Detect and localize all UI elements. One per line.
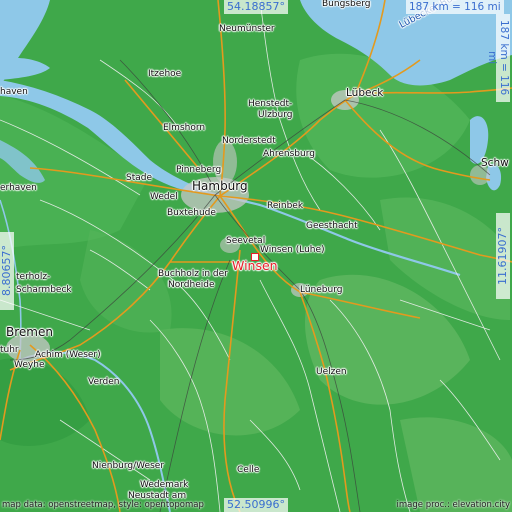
city-label-schwerin: Schw <box>481 157 509 169</box>
city-label-achim: Achim (Weser) <box>35 350 101 360</box>
city-label-luneburg: Lüneburg <box>300 285 343 295</box>
city-label-stade: Stade <box>126 173 153 183</box>
city-label-buchholz: Buchholz in der <box>158 269 228 279</box>
city-label-nienburg: Nienburg/Weser <box>92 461 165 471</box>
city-label-elmshorn: Elmshorn <box>163 123 206 133</box>
city-label-bungsberg: Bungsberg <box>322 0 371 9</box>
city-label-ulzburg: Ulzburg <box>258 110 293 120</box>
target-city-label[interactable]: Winsen <box>232 258 278 273</box>
city-label-verden: Verden <box>88 377 120 387</box>
city-label-reinbek: Reinbek <box>267 201 304 211</box>
city-label-bremerhaven: erhaven <box>0 183 37 193</box>
map-view[interactable]: Bungsberg Neumünster Itzehoe Henstedt- U… <box>0 0 512 512</box>
city-label-norderstedt: Norderstedt <box>222 136 276 146</box>
city-label-henstedt: Henstedt- <box>248 99 293 109</box>
city-label-osterholz: terholz- <box>16 272 51 282</box>
city-label-neumunster: Neumünster <box>219 24 275 34</box>
city-label-nordheide: Nordheide <box>168 280 215 290</box>
city-label-winsen-luhe: Winsen (Luhe) <box>260 245 325 255</box>
city-label-weyhe: Weyhe <box>14 360 45 370</box>
latitude-top-readout: 54.18857° <box>224 0 288 14</box>
city-label-ahrensburg: Ahrensburg <box>263 149 315 159</box>
credit-bar: map data: openstreetmap, style: opentopo… <box>0 500 512 512</box>
city-label-wedemark: Wedemark <box>140 480 189 490</box>
city-label-delmenhorst: tuhr <box>0 345 19 355</box>
city-label-buxtehude: Buxtehude <box>167 208 216 218</box>
city-label-celle: Celle <box>237 465 260 475</box>
city-label-bremen: Bremen <box>6 325 53 339</box>
city-label-scharmbeck: Scharmbeck <box>16 285 72 295</box>
city-label-lubeck: Lübeck <box>346 87 384 99</box>
scale-horizontal: 187 km = 116 mi <box>406 0 504 14</box>
city-label-hamburg: Hamburg <box>192 179 248 193</box>
longitude-left-readout: 8.80657° <box>0 232 14 310</box>
longitude-right-readout: 11.61907° <box>496 213 510 299</box>
city-label-geesthacht: Geesthacht <box>306 221 358 231</box>
scale-vertical: 187 km = 116 mi <box>486 14 510 102</box>
city-label-itzehoe: Itzehoe <box>148 69 182 79</box>
credit-map-data: map data: openstreetmap, style: opentopo… <box>2 500 204 510</box>
city-label-uelzen: Uelzen <box>316 367 347 377</box>
credit-image-proc: image proc.: elevation.city <box>396 500 510 510</box>
city-label-wedel: Wedel <box>150 192 178 202</box>
city-label-haven: haven <box>0 87 28 97</box>
city-label-pinneberg: Pinneberg <box>176 165 222 175</box>
